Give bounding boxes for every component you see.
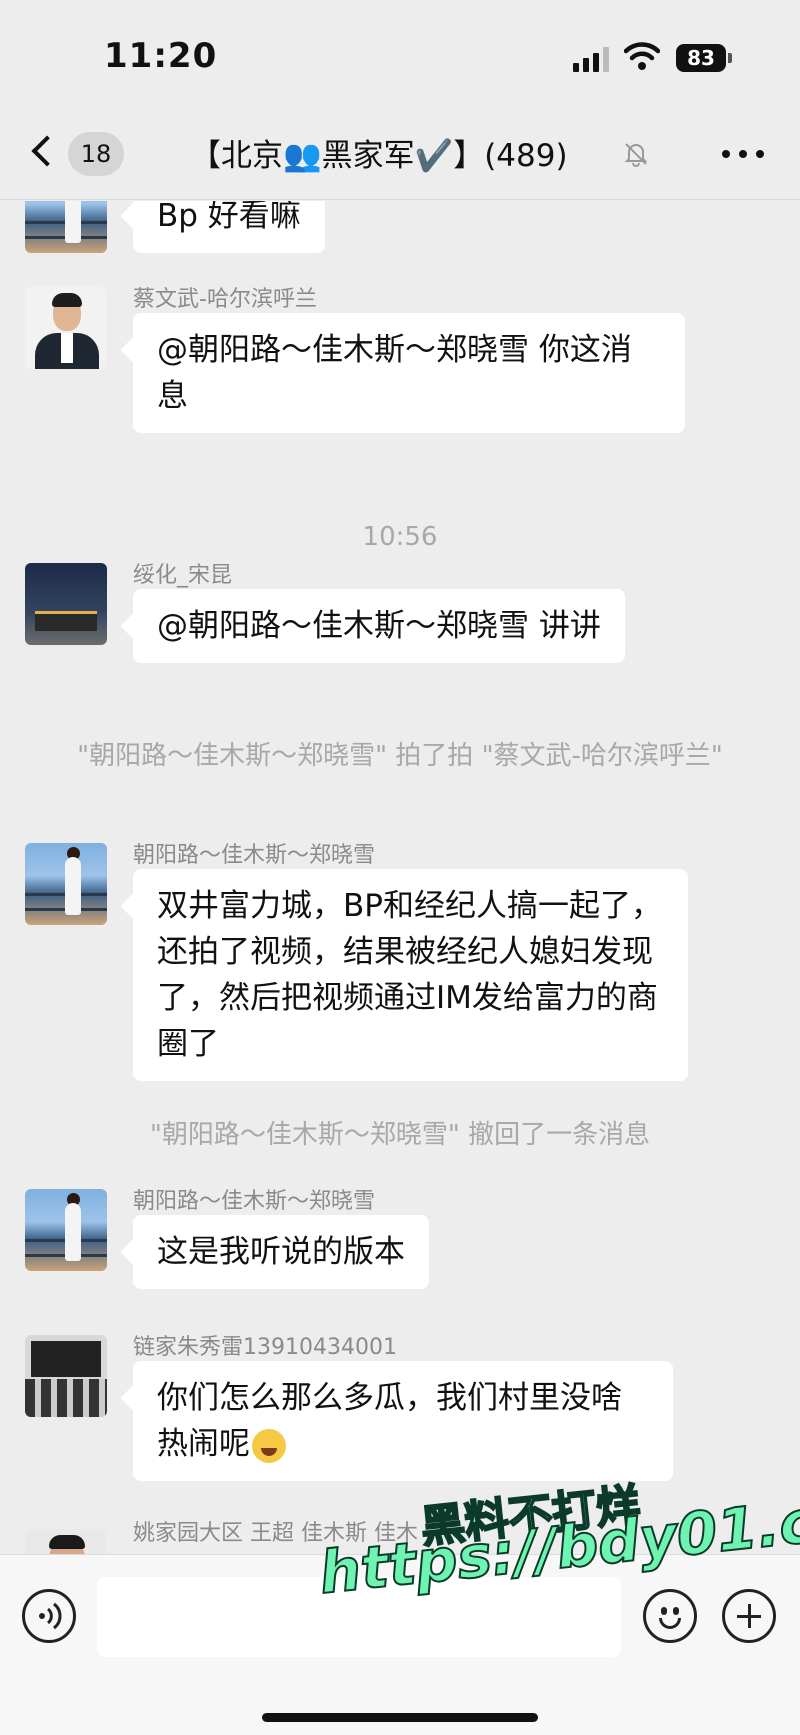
message-bubble[interactable]: Bp 好看嘛 [133,201,325,253]
avatar[interactable] [25,1189,107,1271]
voice-input-button[interactable] [22,1589,76,1643]
system-notice: "朝阳路～佳木斯～郑晓雪" 拍了拍 "蔡文武-哈尔滨呼兰" [77,741,723,771]
sender-name: 蔡文武-哈尔滨呼兰 [133,287,317,312]
sender-name: 朝阳路～佳木斯～郑晓雪 [133,1189,376,1214]
avatar[interactable] [25,287,107,369]
status-bar: 11:20 83 [0,0,800,110]
mute-bell-icon [624,143,648,167]
sender-name: 绥化_宋昆 [133,563,233,588]
message-text: 你们怎么那么多瓜，我们村里没啥热闹呢 [157,1380,622,1462]
status-time: 11:20 [104,36,218,76]
chevron-left-icon [31,135,63,167]
sender-name: 链家朱秀雷13910434001 [133,1335,397,1360]
back-button[interactable]: 18 [26,130,126,180]
smiley-icon-mouth [659,1618,681,1629]
battery-cap [728,53,732,63]
cellular-signal-icon [573,46,609,72]
unread-count-badge: 18 [68,132,124,176]
message-bubble[interactable]: 双井富力城，BP和经纪人搞一起了，还拍了视频，结果被经纪人媳妇发现了，然后把视频… [133,869,688,1081]
more-options-button[interactable] [718,138,768,168]
crying-laughing-emoji-icon [252,1428,286,1463]
message-bubble[interactable]: @朝阳路～佳木斯～郑晓雪 你这消息 [133,313,685,433]
avatar[interactable] [25,1335,107,1417]
message-bubble[interactable]: @朝阳路～佳木斯～郑晓雪 讲讲 [133,589,625,663]
home-indicator[interactable] [262,1713,538,1722]
voice-icon [39,1602,62,1630]
sender-name: 朝阳路～佳木斯～郑晓雪 [133,843,376,868]
add-attachment-button[interactable] [722,1589,776,1643]
battery-icon: 83 [676,44,726,72]
message-bubble[interactable]: 你们怎么那么多瓜，我们村里没啥热闹呢 [133,1361,673,1481]
message-list[interactable]: Bp 好看嘛 蔡文武-哈尔滨呼兰 @朝阳路～佳木斯～郑晓雪 你这消息 10:56… [0,201,800,1554]
emoji-button[interactable] [643,1589,697,1643]
avatar[interactable] [25,843,107,925]
group-title: 【北京👥黑家军✔️】(489) [190,138,568,174]
avatar[interactable] [25,1529,107,1554]
wifi-icon [624,42,660,70]
smiley-icon-eye [673,1607,679,1615]
system-notice: "朝阳路～佳木斯～郑晓雪" 撤回了一条消息 [149,1120,651,1150]
chat-header: 18 【北京👥黑家军✔️】(489) [0,110,800,200]
avatar[interactable] [25,563,107,645]
smiley-icon [661,1607,667,1615]
avatar[interactable] [25,201,107,253]
time-separator: 10:56 [362,522,438,552]
message-bubble[interactable]: 这是我听说的版本 [133,1215,429,1289]
